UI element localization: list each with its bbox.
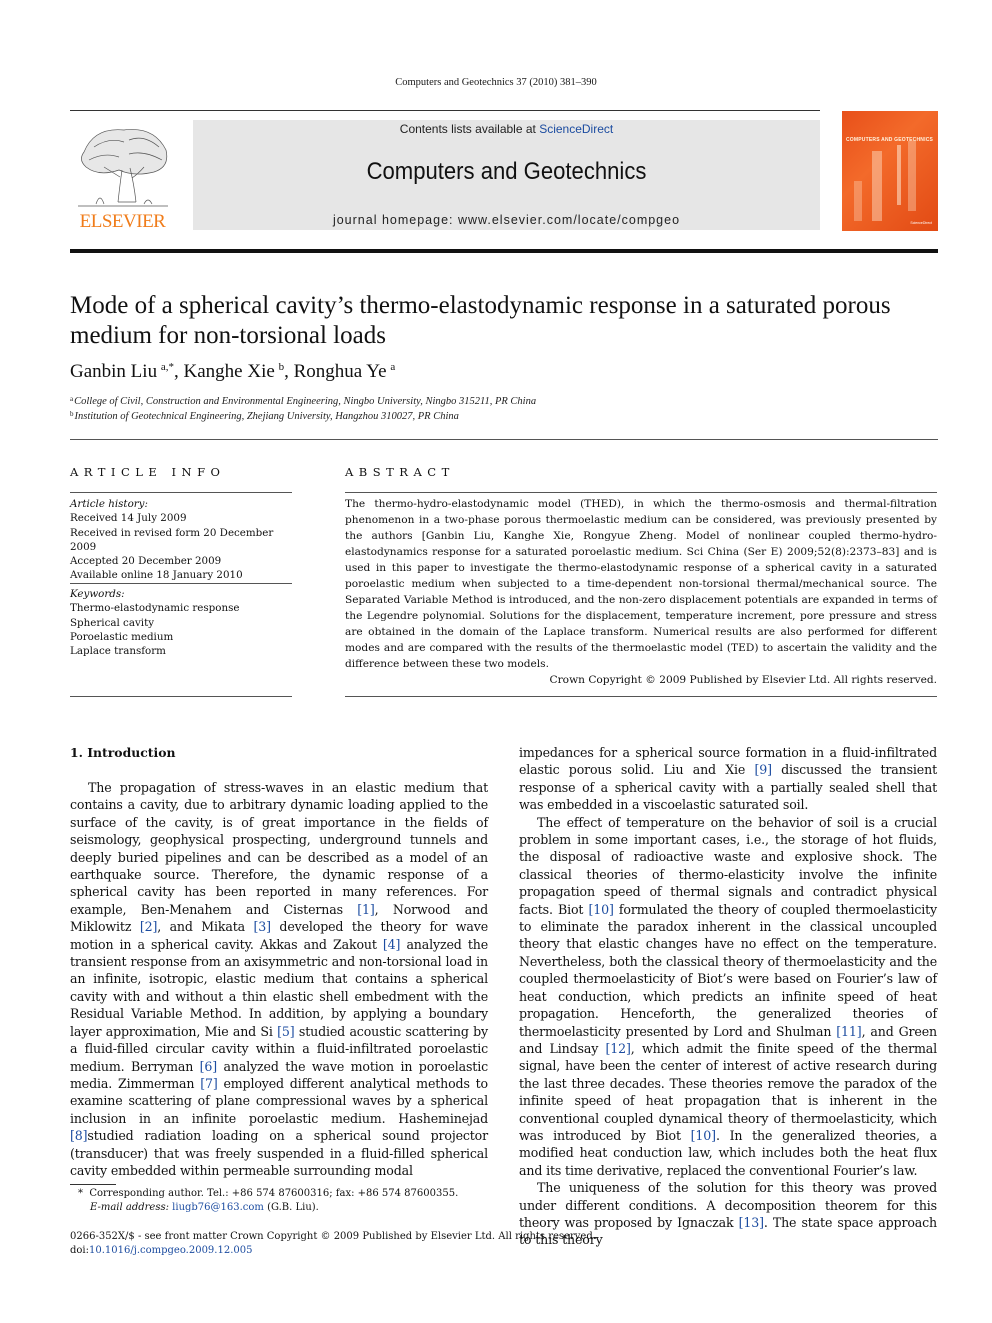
journal-banner: Contents lists available at ScienceDirec… (193, 120, 820, 230)
reference-link[interactable]: [5] (277, 1024, 295, 1039)
paragraph-text: studied radiation loading on a spherical… (70, 1128, 488, 1178)
footnote-contact: Corresponding author. Tel.: +86 574 8760… (89, 1188, 459, 1199)
keywords-divider (70, 583, 292, 584)
author-affiliation-mark[interactable]: a (390, 361, 395, 373)
reference-link[interactable]: [8] (70, 1128, 88, 1143)
keyword-item: Spherical cavity (70, 616, 155, 629)
elsevier-logo[interactable]: ELSEVIER (70, 120, 175, 233)
keyword-item: Poroelastic medium (70, 630, 174, 643)
header-rule (70, 110, 820, 111)
reference-link[interactable]: [11] (836, 1024, 861, 1039)
email-suffix: (G.B. Liu). (263, 1202, 319, 1213)
author-name[interactable]: Ronghua Ye (294, 361, 387, 382)
article-title: Mode of a spherical cavity’s thermo-elas… (70, 292, 891, 349)
email-link[interactable]: liugb76@163.com (172, 1202, 264, 1213)
reference-link[interactable]: [2] (140, 919, 158, 934)
keyword-item: Laplace transform (70, 645, 166, 658)
reference-link[interactable]: [10] (588, 902, 613, 917)
section-divider (70, 439, 938, 440)
elsevier-tree-icon (78, 129, 168, 207)
history-item: Received in revised form 20 December 200… (70, 526, 274, 553)
paragraph: The effect of temperature on the behavio… (519, 814, 937, 1180)
paragraph: The propagation of stress-waves in an el… (70, 779, 488, 1179)
history-item: Accepted 20 December 2009 (70, 555, 222, 568)
paragraph: impedances for a spherical source format… (519, 744, 937, 814)
journal-cover-image[interactable]: COMPUTERS AND GEOTECHNICS ScienceDirect (842, 111, 938, 231)
author-affiliation-mark[interactable]: a,* (161, 361, 174, 373)
reference-link[interactable]: [7] (200, 1076, 218, 1091)
contents-prefix: Contents lists available at (399, 122, 540, 136)
history-item: Received 14 July 2009 (70, 512, 187, 525)
keyword-item: Thermo-elastodynamic response (70, 602, 240, 615)
doi-prefix: doi: (70, 1245, 89, 1256)
corresponding-author-footnote: * Corresponding author. Tel.: +86 574 87… (78, 1187, 458, 1215)
paragraph-text: The propagation of stress-waves in an el… (70, 780, 488, 917)
front-matter: 0266-352X/$ - see front matter Crown Cop… (70, 1230, 596, 1258)
affiliation-text: Institution of Geotechnical Engineering,… (74, 411, 459, 422)
reference-link[interactable]: [10] (691, 1128, 716, 1143)
reference-link[interactable]: [13] (739, 1215, 764, 1230)
email-label: E-mail address: (90, 1202, 169, 1213)
abstract-heading: ABSTRACT (345, 465, 455, 479)
reference-link[interactable]: [4] (383, 937, 401, 952)
reference-link[interactable]: [1] (357, 902, 375, 917)
keywords: Keywords: Thermo-elastodynamic response … (70, 587, 292, 658)
homepage-link[interactable]: www.elsevier.com/locate/compgeo (458, 213, 680, 227)
reference-link[interactable]: [3] (254, 919, 272, 934)
body-left-column: The propagation of stress-waves in an el… (70, 779, 488, 1179)
contents-line: Contents lists available at ScienceDirec… (193, 122, 820, 136)
issn-line: 0266-352X/$ - see front matter Crown Cop… (70, 1231, 596, 1242)
history-item: Available online 18 January 2010 (70, 569, 243, 582)
paragraph-text: formulated the theory of coupled thermoe… (519, 901, 937, 1039)
cover-decoration (854, 181, 862, 221)
reference-link[interactable]: [12] (606, 1041, 631, 1056)
doi-link[interactable]: 10.1016/j.compgeo.2009.12.005 (89, 1245, 252, 1256)
journal-citation: Computers and Geotechnics 37 (2010) 381–… (395, 77, 597, 88)
abstract-text: The thermo-hydro-elastodynamic model (TH… (345, 498, 937, 670)
article-info-divider (70, 492, 292, 493)
elsevier-wordmark: ELSEVIER (79, 211, 166, 232)
affiliation-mark: b (70, 410, 74, 418)
cover-decoration (897, 145, 901, 205)
homepage-prefix: journal homepage: (332, 213, 458, 227)
article-history-label: Article history: (70, 498, 148, 510)
paragraph-text: , and Mikata (157, 919, 254, 935)
author-name[interactable]: Kanghe Xie (184, 361, 275, 382)
abstract-bottom-divider (345, 696, 937, 697)
abstract-body: The thermo-hydro-elastodynamic model (TH… (345, 496, 937, 688)
affiliation-mark: a (70, 395, 74, 403)
article-info-bottom-divider (70, 696, 292, 697)
header-thick-rule (70, 249, 938, 253)
affiliation: aCollege of Civil, Construction and Envi… (70, 395, 536, 407)
author-name[interactable]: Ganbin Liu (70, 361, 157, 382)
journal-homepage: journal homepage: www.elsevier.com/locat… (193, 213, 820, 227)
cover-decoration (872, 151, 882, 221)
abstract-divider (345, 492, 937, 493)
article-info-heading: ARTICLE INFO (70, 465, 226, 479)
footnote-rule (70, 1184, 116, 1185)
article-history: Article history: Received 14 July 2009 R… (70, 497, 292, 583)
cover-sciencedirect-tag: ScienceDirect (910, 221, 932, 225)
footnote-marker: * (78, 1188, 83, 1199)
author-list: Ganbin Liu a,*, Kanghe Xie b, Ronghua Ye… (70, 361, 396, 382)
affiliation: bInstitution of Geotechnical Engineering… (70, 410, 459, 422)
reference-link[interactable]: [9] (754, 762, 772, 777)
cover-title: COMPUTERS AND GEOTECHNICS (846, 137, 934, 143)
section-heading-introduction: 1. Introduction (70, 745, 176, 760)
abstract-copyright: Crown Copyright © 2009 Published by Else… (549, 674, 937, 686)
journal-title: Computers and Geotechnics (366, 158, 647, 185)
keywords-label: Keywords: (70, 588, 125, 600)
author-affiliation-mark[interactable]: b (279, 361, 285, 373)
body-right-column: impedances for a spherical source format… (519, 744, 937, 1249)
reference-link[interactable]: [6] (200, 1059, 218, 1074)
affiliation-text: College of Civil, Construction and Envir… (74, 396, 537, 407)
sciencedirect-link[interactable]: ScienceDirect (539, 122, 613, 136)
cover-decoration (908, 141, 916, 211)
